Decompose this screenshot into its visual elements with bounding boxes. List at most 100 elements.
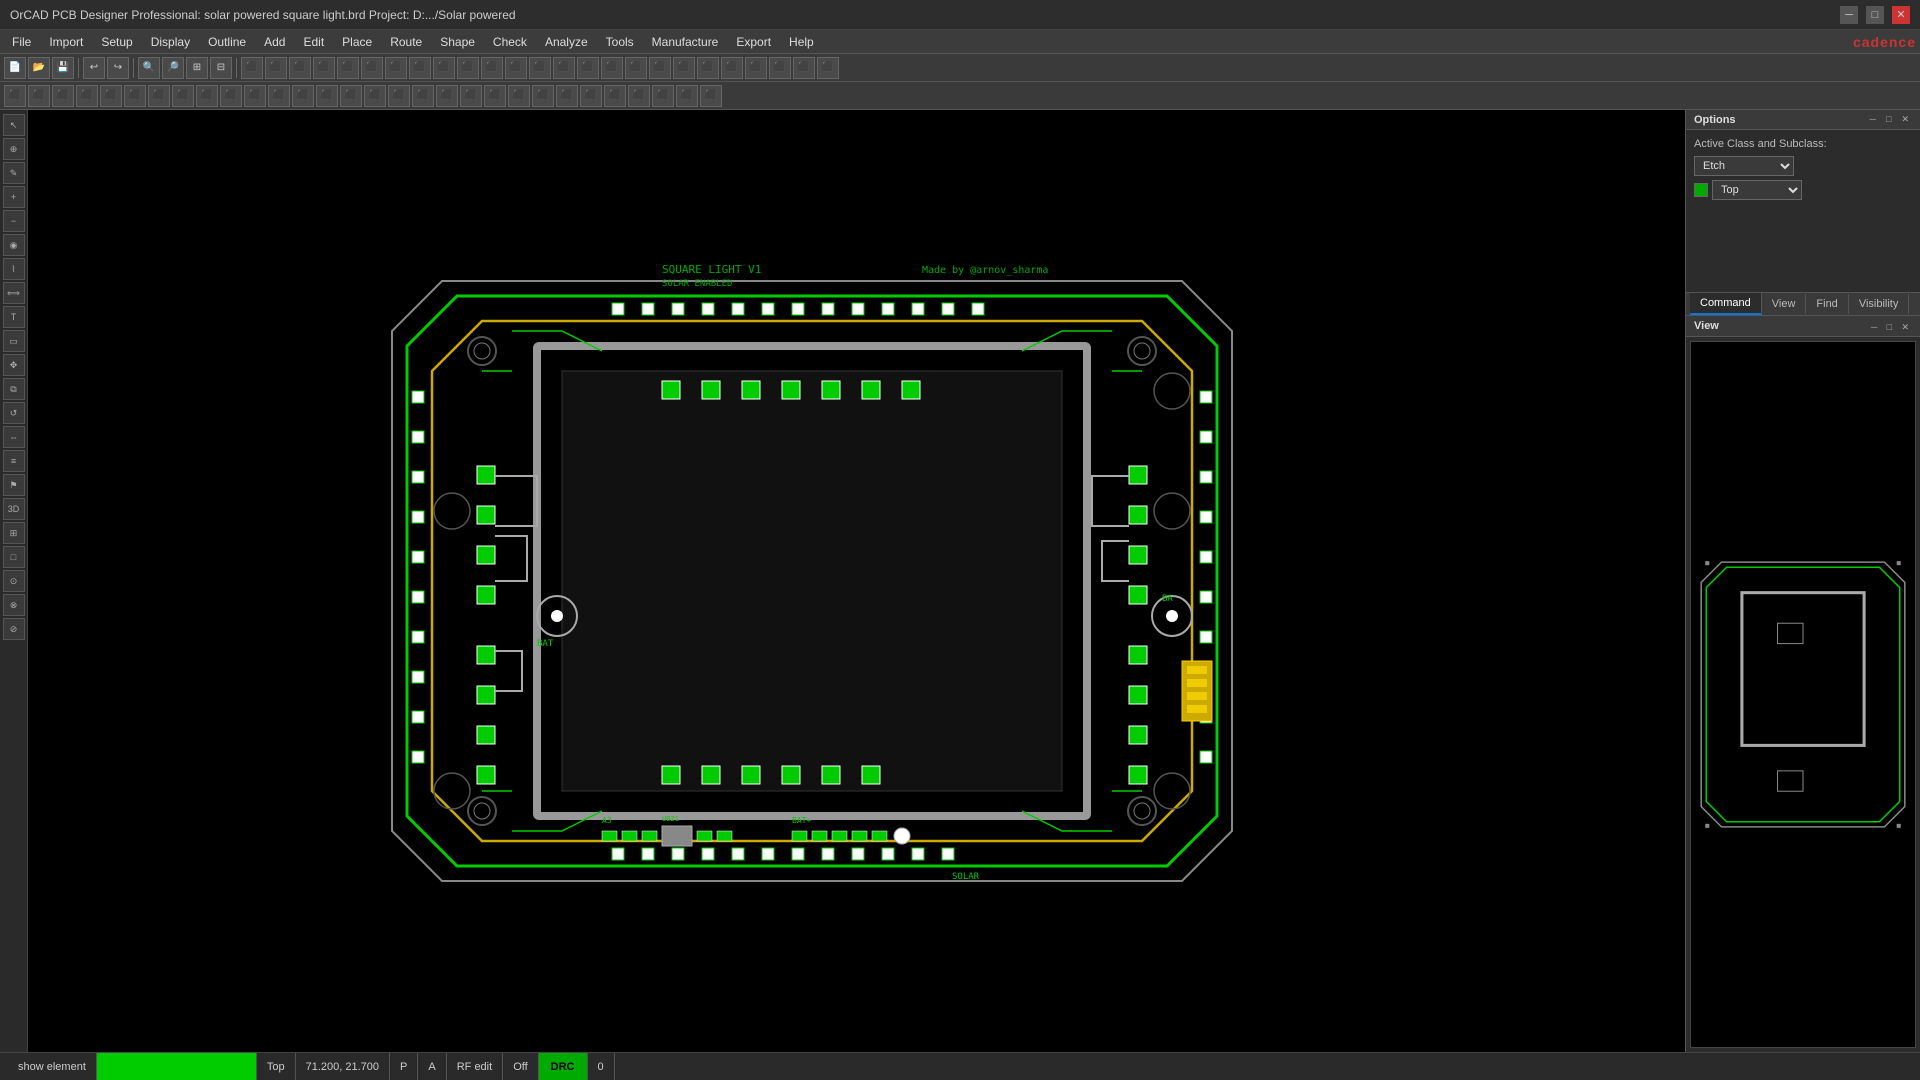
options-close-btn[interactable]: ✕ [1898, 113, 1912, 126]
tb-btn-16[interactable]: ⬛ [601, 57, 623, 79]
tb2-btn-27[interactable]: ⬛ [628, 85, 650, 107]
tool-draw[interactable]: ✎ [3, 162, 25, 184]
tb-btn-11[interactable]: ⬛ [481, 57, 503, 79]
tb2-btn-19[interactable]: ⬛ [436, 85, 458, 107]
view-minimize-btn[interactable]: ─ [1868, 321, 1880, 333]
tb-btn-14[interactable]: ⬛ [553, 57, 575, 79]
tb-btn-15[interactable]: ⬛ [577, 57, 599, 79]
tb2-btn-20[interactable]: ⬛ [460, 85, 482, 107]
tb2-btn-16[interactable]: ⬛ [364, 85, 386, 107]
tb-zoom-out[interactable]: 🔎 [162, 57, 184, 79]
tool-select[interactable]: ↖ [3, 114, 25, 136]
tool-3d[interactable]: 3D [3, 498, 25, 520]
tb2-btn-23[interactable]: ⬛ [532, 85, 554, 107]
menu-display[interactable]: Display [143, 33, 198, 51]
tb-btn-10[interactable]: ⬛ [457, 57, 479, 79]
menu-export[interactable]: Export [728, 33, 779, 51]
close-button[interactable]: ✕ [1892, 6, 1910, 24]
tb-zoom-in[interactable]: 🔍 [138, 57, 160, 79]
tb-redo[interactable]: ↪ [107, 57, 129, 79]
tb-open[interactable]: 📂 [28, 57, 50, 79]
tool-prop[interactable]: ≡ [3, 450, 25, 472]
tb-btn-12[interactable]: ⬛ [505, 57, 527, 79]
view-resize-btn[interactable]: □ [1884, 321, 1895, 333]
menu-tools[interactable]: Tools [598, 33, 642, 51]
tb2-btn-11[interactable]: ⬛ [244, 85, 266, 107]
subclass-dropdown[interactable]: Top Bottom Inner1 Inner2 [1712, 180, 1802, 200]
tb-btn-1[interactable]: ⬛ [241, 57, 263, 79]
tool-constraint[interactable]: ⊗ [3, 594, 25, 616]
tb-btn-20[interactable]: ⬛ [697, 57, 719, 79]
tb-btn-13[interactable]: ⬛ [529, 57, 551, 79]
tb-btn-25[interactable]: ⬛ [817, 57, 839, 79]
tool-mirror[interactable]: ⇔ [3, 426, 25, 448]
tb2-btn-21[interactable]: ⬛ [484, 85, 506, 107]
tab-view[interactable]: View [1762, 294, 1807, 314]
view-close-btn[interactable]: ✕ [1898, 321, 1912, 333]
tb2-btn-5[interactable]: ⬛ [100, 85, 122, 107]
tb-btn-3[interactable]: ⬛ [289, 57, 311, 79]
minimize-button[interactable]: ─ [1840, 6, 1858, 24]
menu-setup[interactable]: Setup [93, 33, 140, 51]
tb-undo[interactable]: ↩ [83, 57, 105, 79]
tool-rotate[interactable]: ↺ [3, 402, 25, 424]
menu-check[interactable]: Check [485, 33, 535, 51]
tool-drc[interactable]: ⚑ [3, 474, 25, 496]
tb-btn-8[interactable]: ⬛ [409, 57, 431, 79]
tool-zoom[interactable]: ⊕ [3, 138, 25, 160]
tb-btn-6[interactable]: ⬛ [361, 57, 383, 79]
tb2-btn-17[interactable]: ⬛ [388, 85, 410, 107]
menu-analyze[interactable]: Analyze [537, 33, 596, 51]
tool-test[interactable]: ⊙ [3, 570, 25, 592]
tool-del[interactable]: − [3, 210, 25, 232]
tb2-btn-1[interactable]: ⬛ [4, 85, 26, 107]
tb-btn-2[interactable]: ⬛ [265, 57, 287, 79]
tb2-btn-8[interactable]: ⬛ [172, 85, 194, 107]
tb-zoom-area[interactable]: ⊟ [210, 57, 232, 79]
menu-manufacture[interactable]: Manufacture [644, 33, 727, 51]
menu-add[interactable]: Add [256, 33, 293, 51]
tb-btn-19[interactable]: ⬛ [673, 57, 695, 79]
tb2-btn-9[interactable]: ⬛ [196, 85, 218, 107]
tb-new[interactable]: 📄 [4, 57, 26, 79]
tb-btn-22[interactable]: ⬛ [745, 57, 767, 79]
tb2-btn-6[interactable]: ⬛ [124, 85, 146, 107]
options-resize-btn[interactable]: □ [1883, 113, 1894, 126]
tb-btn-24[interactable]: ⬛ [793, 57, 815, 79]
tb2-btn-2[interactable]: ⬛ [28, 85, 50, 107]
menu-help[interactable]: Help [781, 33, 822, 51]
tb-btn-23[interactable]: ⬛ [769, 57, 791, 79]
tab-visibility[interactable]: Visibility [1849, 294, 1910, 314]
tb2-btn-4[interactable]: ⬛ [76, 85, 98, 107]
tb-btn-9[interactable]: ⬛ [433, 57, 455, 79]
tool-drill[interactable]: ⊘ [3, 618, 25, 640]
menu-shape[interactable]: Shape [432, 33, 483, 51]
menu-file[interactable]: File [4, 33, 39, 51]
tool-net[interactable]: ⊞ [3, 522, 25, 544]
tb2-btn-30[interactable]: ⬛ [700, 85, 722, 107]
tb2-btn-25[interactable]: ⬛ [580, 85, 602, 107]
tool-add[interactable]: + [3, 186, 25, 208]
tb-btn-21[interactable]: ⬛ [721, 57, 743, 79]
tb2-btn-24[interactable]: ⬛ [556, 85, 578, 107]
tool-route[interactable]: ⌇ [3, 258, 25, 280]
tool-text[interactable]: T [3, 306, 25, 328]
menu-edit[interactable]: Edit [295, 33, 332, 51]
tb-zoom-fit[interactable]: ⊞ [186, 57, 208, 79]
tb2-btn-7[interactable]: ⬛ [148, 85, 170, 107]
tb-btn-18[interactable]: ⬛ [649, 57, 671, 79]
tool-shape[interactable]: ▭ [3, 330, 25, 352]
options-minimize-btn[interactable]: ─ [1867, 113, 1879, 126]
tb2-btn-14[interactable]: ⬛ [316, 85, 338, 107]
menu-place[interactable]: Place [334, 33, 380, 51]
tool-via[interactable]: ◉ [3, 234, 25, 256]
tb-btn-7[interactable]: ⬛ [385, 57, 407, 79]
tb2-btn-10[interactable]: ⬛ [220, 85, 242, 107]
class-dropdown[interactable]: Etch Board Geometry Package Geometry Via… [1694, 156, 1794, 176]
tb-btn-5[interactable]: ⬛ [337, 57, 359, 79]
tb2-btn-22[interactable]: ⬛ [508, 85, 530, 107]
tab-command[interactable]: Command [1690, 293, 1762, 315]
tb2-btn-18[interactable]: ⬛ [412, 85, 434, 107]
tool-measure[interactable]: ⟺ [3, 282, 25, 304]
maximize-button[interactable]: □ [1866, 6, 1884, 24]
